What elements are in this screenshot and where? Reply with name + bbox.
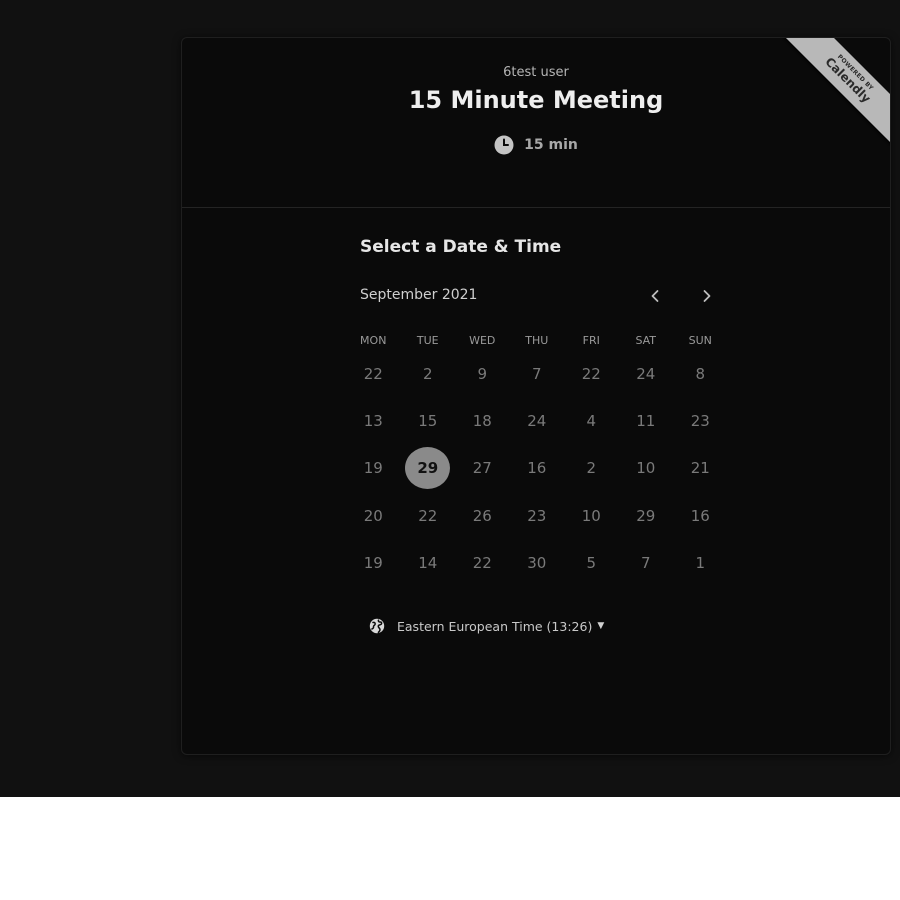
calendar-day[interactable]: 8: [673, 350, 728, 397]
calendar-day[interactable]: 21: [673, 445, 728, 492]
calendar-day[interactable]: 26: [455, 492, 510, 539]
calendar-day[interactable]: 27: [455, 445, 510, 492]
calendar-day-number: 5: [586, 554, 597, 573]
caret-down-icon: ▼: [597, 621, 605, 631]
weekday-label: SAT: [635, 334, 657, 347]
calendar-grid: 22 2 9 7 22 24 8 13 15 18 24 4 11 23 19 29 27 16 2 10 21 20 22…: [346, 350, 728, 587]
calendar-day[interactable]: 23: [673, 397, 728, 444]
weekday-label: TUE: [416, 334, 439, 347]
calendar-day[interactable]: 20: [346, 492, 401, 539]
calendar-day[interactable]: 1: [673, 540, 728, 587]
clock-icon: [494, 135, 514, 155]
calendar-day[interactable]: 2: [564, 445, 619, 492]
calendar-day[interactable]: 2: [401, 350, 456, 397]
calendar-day-number: 1: [695, 554, 706, 573]
weekday-label: SUN: [688, 334, 712, 347]
calendar-day-number: 20: [363, 506, 383, 525]
chevron-right-icon: [703, 290, 711, 302]
chevron-left-icon: [651, 290, 659, 302]
timezone-selector[interactable]: Eastern European Time (13:26) ▼: [369, 618, 604, 634]
select-date-title: Select a Date & Time: [360, 237, 562, 257]
calendar-day[interactable]: 15: [401, 397, 456, 444]
calendar-day[interactable]: 22: [346, 350, 401, 397]
calendar-day-number: 16: [527, 459, 547, 478]
calendly-badge[interactable]: POWERED BY Calendly: [782, 38, 890, 146]
calendar-day[interactable]: 29: [619, 492, 674, 539]
calendar-day-number: 19: [363, 554, 383, 573]
calendar-day-number: 10: [581, 506, 601, 525]
calendar-day[interactable]: 7: [619, 540, 674, 587]
calendar-day[interactable]: 22: [455, 540, 510, 587]
calendar-day[interactable]: 11: [619, 397, 674, 444]
calendar-day[interactable]: 22: [564, 350, 619, 397]
calendar-day[interactable]: 22: [401, 492, 456, 539]
calendar-day[interactable]: 14: [401, 540, 456, 587]
calendar-day-number: 13: [363, 412, 383, 431]
calendar-day-number: 21: [690, 459, 710, 478]
calendar-day[interactable]: 9: [455, 350, 510, 397]
calendar-day-number: 19: [363, 459, 383, 478]
calendar-day[interactable]: 4: [564, 397, 619, 444]
previous-month-button[interactable]: [641, 282, 669, 310]
calendar-day-number: 11: [636, 412, 656, 431]
calendar-day-number: 24: [636, 364, 656, 383]
calendar-day-number: 23: [690, 412, 710, 431]
calendar-day[interactable]: 10: [564, 492, 619, 539]
month-label: September 2021: [360, 287, 478, 303]
calendar-day-number: 30: [527, 554, 547, 573]
calendar-day-number: 15: [418, 412, 438, 431]
weekday-label: MON: [360, 334, 387, 347]
globe-icon: [369, 618, 385, 634]
calendar-day-number: 8: [695, 364, 706, 383]
calendar-day-number: 10: [636, 459, 656, 478]
duration-label: 15 min: [524, 137, 578, 153]
powered-by-ribbon[interactable]: POWERED BY Calendly: [782, 38, 890, 146]
calendar-day-number: 22: [418, 506, 438, 525]
calendar-day-number: 4: [586, 412, 597, 431]
calendar-day-number: 14: [418, 554, 438, 573]
weekday-label: FRI: [582, 334, 600, 347]
weekday-label: THU: [525, 334, 549, 347]
next-month-button[interactable]: [693, 282, 721, 310]
calendar-day[interactable]: 19: [346, 540, 401, 587]
calendar-day-number: 7: [531, 364, 542, 383]
calendar-day-number: 7: [640, 554, 651, 573]
calendar-day-number: 18: [472, 412, 492, 431]
calendar-day-number: 27: [472, 459, 492, 478]
booking-card: 6test user 15 Minute Meeting 15 min POWE…: [181, 37, 891, 755]
calendar-day[interactable]: 10: [619, 445, 674, 492]
calendar-day-selected[interactable]: 29: [401, 445, 456, 492]
calendar-day-number: 23: [527, 506, 547, 525]
calendar-day-number: 2: [422, 364, 433, 383]
calendar-day[interactable]: 24: [619, 350, 674, 397]
calendar-day[interactable]: 7: [510, 350, 565, 397]
calendar-day-number: 2: [586, 459, 597, 478]
calendar-day[interactable]: 30: [510, 540, 565, 587]
calendar-day-number: 22: [363, 364, 383, 383]
calendar-day-number: 16: [690, 506, 710, 525]
calendar-day-number: 22: [581, 364, 601, 383]
calendar-day[interactable]: 23: [510, 492, 565, 539]
calendar-day-number: 29: [405, 447, 451, 490]
calendar-day[interactable]: 5: [564, 540, 619, 587]
calendar-day-number: 29: [636, 506, 656, 525]
weekday-label: WED: [469, 334, 496, 347]
weekday-header: MON TUE WED THU FRI SAT SUN: [346, 334, 728, 347]
calendar-day[interactable]: 13: [346, 397, 401, 444]
calendar-day-number: 9: [477, 364, 488, 383]
calendar-day[interactable]: 16: [673, 492, 728, 539]
calendar-day-number: 24: [527, 412, 547, 431]
calendar-day[interactable]: 18: [455, 397, 510, 444]
calendar-day-number: 22: [472, 554, 492, 573]
calendar-day[interactable]: 19: [346, 445, 401, 492]
calendar-day-number: 26: [472, 506, 492, 525]
calendar-day[interactable]: 24: [510, 397, 565, 444]
timezone-label: Eastern European Time (13:26): [397, 618, 593, 634]
calendar-day[interactable]: 16: [510, 445, 565, 492]
